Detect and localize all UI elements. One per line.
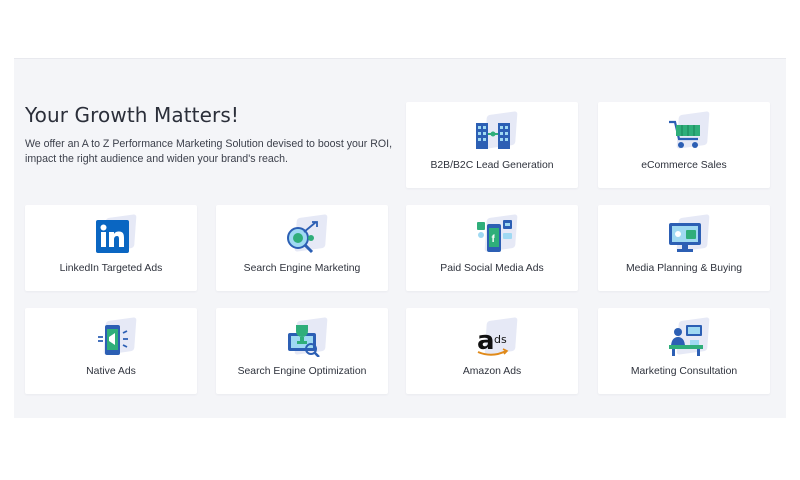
consultation-desk-icon [662, 321, 706, 359]
service-card-label: Marketing Consultation [630, 366, 738, 377]
monitor-media-icon [662, 218, 706, 256]
service-card-seo[interactable]: Search Engine Optimization [216, 308, 388, 394]
intro-block: Your Growth Matters! We offer an A to Z … [25, 103, 395, 167]
service-card-media-planning[interactable]: Media Planning & Buying [598, 205, 770, 291]
service-card-sem[interactable]: Search Engine Marketing [216, 205, 388, 291]
social-media-phone-icon: f [470, 218, 514, 256]
service-card-label: eCommerce Sales [641, 160, 727, 171]
service-card-amazon-ads[interactable]: a ds Amazon Ads [406, 308, 578, 394]
service-card-consultation[interactable]: Marketing Consultation [598, 308, 770, 394]
svg-text:a: a [477, 326, 495, 356]
service-card-label: Media Planning & Buying [625, 263, 743, 274]
service-card-label: Search Engine Optimization [237, 366, 367, 377]
section-description: We offer an A to Z Performance Marketing… [25, 138, 393, 165]
service-card-label: Search Engine Marketing [243, 263, 361, 274]
service-card-lead-generation[interactable]: B2B/B2C Lead Generation [406, 102, 578, 188]
service-card-ecommerce[interactable]: eCommerce Sales [598, 102, 770, 188]
service-card-paid-social[interactable]: f Paid Social Media Ads [406, 205, 578, 291]
seo-trophy-icon [280, 321, 324, 359]
linkedin-icon [89, 218, 133, 256]
service-card-label: B2B/B2C Lead Generation [430, 160, 554, 171]
amazon-ads-icon: a ds [470, 321, 514, 359]
shopping-cart-icon [662, 115, 706, 153]
svg-text:ds: ds [494, 333, 507, 346]
service-card-label: Paid Social Media Ads [440, 263, 544, 274]
section-title: Your Growth Matters! [25, 103, 239, 127]
service-card-native-ads[interactable]: Native Ads [25, 308, 197, 394]
service-card-label: Amazon Ads [462, 366, 522, 377]
service-card-label: LinkedIn Targeted Ads [59, 263, 163, 274]
service-card-label: Native Ads [86, 366, 136, 377]
buildings-icon [470, 115, 514, 153]
service-card-linkedin-ads[interactable]: LinkedIn Targeted Ads [25, 205, 197, 291]
native-ads-phone-icon [89, 321, 133, 359]
search-target-icon [280, 218, 324, 256]
